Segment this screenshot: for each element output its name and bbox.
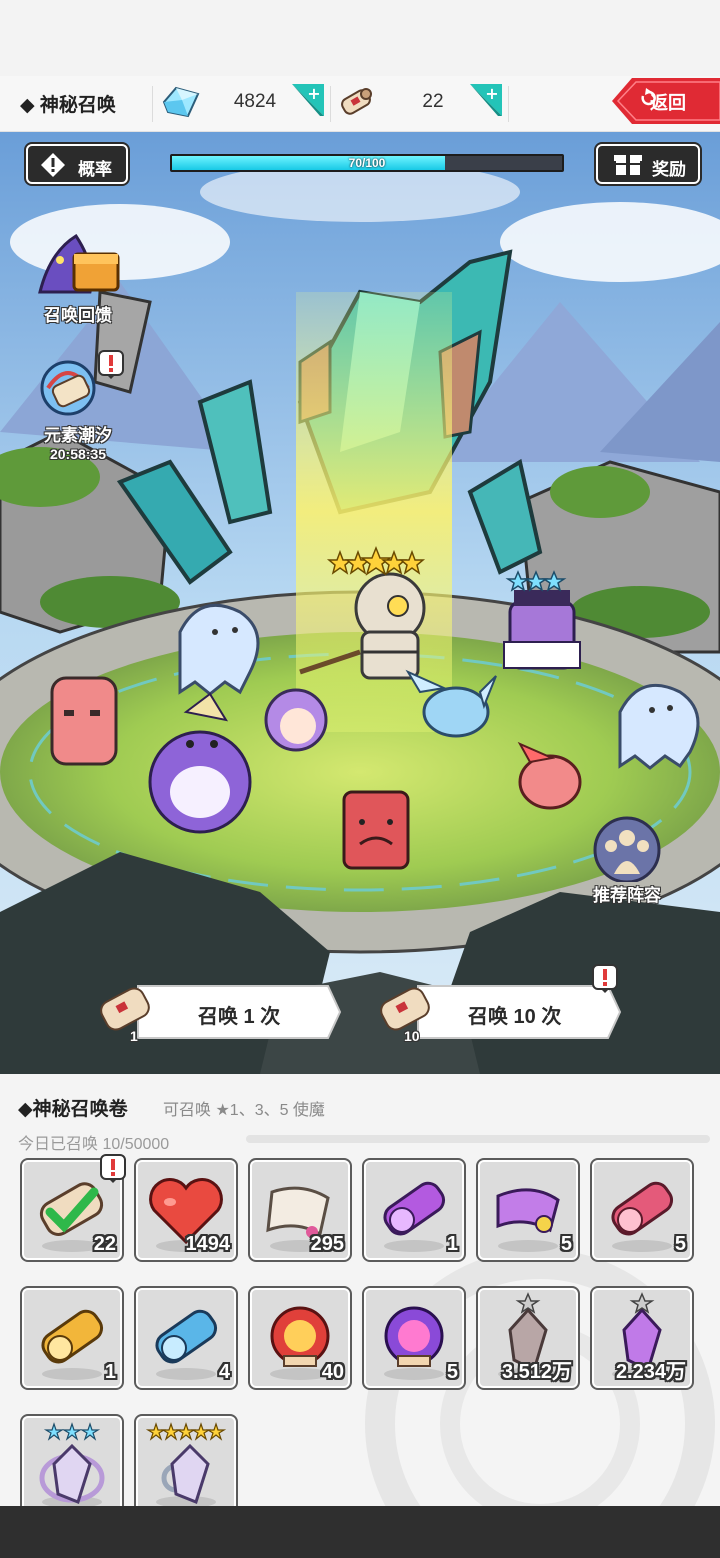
item-count: 1 [104, 1361, 116, 1383]
item-count: 22 [93, 1233, 116, 1255]
divider [508, 86, 509, 122]
status-area [0, 0, 720, 76]
recommend-lineup-button[interactable]: 推荐阵容 [580, 812, 674, 906]
inventory-item[interactable]: 295 [250, 1160, 350, 1260]
add-diamond-button[interactable]: + [290, 82, 326, 118]
inventory-item[interactable]: 40 [250, 1288, 350, 1388]
diamond-count: 4824 [233, 91, 277, 112]
five-star-crystal-icon [145, 1422, 227, 1506]
diamond-icon [162, 86, 200, 118]
scroll-inventory-panel: ◆神秘召唤卷 可召唤 ★1、3、5 使魔 今日已召唤 10/50000 22 14… [0, 1074, 720, 1506]
reward-label: 奖励 [652, 160, 686, 179]
item-count: 5 [560, 1233, 572, 1255]
three-star-rating [505, 570, 567, 592]
five-star-rating [326, 545, 426, 576]
inventory-item[interactable]: 1 [364, 1160, 464, 1260]
element-tide-timer: 20:58:35 [49, 446, 107, 462]
element-tide-label: 元素潮汐 [44, 426, 112, 445]
gift-box-icon [614, 155, 642, 175]
add-scroll-button[interactable]: + [468, 82, 504, 118]
inventory-item[interactable]: 5 [478, 1160, 578, 1260]
wizard-hat-chest-icon [38, 233, 120, 294]
summon-progress-bar: 70/100 [170, 154, 564, 172]
item-count: 1494 [185, 1233, 231, 1255]
system-nav-bar [0, 1506, 720, 1558]
summon-ten-button[interactable]: 召唤 10 次 10 [378, 964, 622, 1044]
scroll-count: 22 [422, 91, 444, 112]
purple-brute-character [503, 590, 581, 670]
item-count: 4 [218, 1361, 230, 1383]
page-title: ◆ 神秘召唤 [20, 95, 116, 116]
moai-character [50, 676, 118, 766]
svg-text:+: + [485, 84, 498, 103]
mummy-character [299, 572, 426, 680]
summon-once-label: 召唤 1 次 [198, 1006, 281, 1028]
item-count: 2.234万 [615, 1361, 686, 1383]
divider [152, 86, 153, 122]
probability-button[interactable]: 概率 [26, 144, 128, 184]
panel-description: 可召唤 ★1、3、5 使魔 [163, 1102, 325, 1119]
alert-badge-icon [100, 1154, 126, 1183]
team-silhouette-icon [593, 816, 661, 884]
summon-ten-label: 召唤 10 次 [468, 1006, 562, 1028]
summon-once-cost: 1 [130, 1028, 138, 1044]
inventory-item[interactable]: 2.234万 [592, 1288, 692, 1388]
panel-title: ◆神秘召唤卷 [18, 1099, 128, 1120]
header-bar: ◆ 神秘召唤 4824 + 22 + 返回 [0, 76, 720, 132]
inventory-item[interactable] [22, 1416, 122, 1506]
element-tide-button[interactable]: 元素潮汐 20:58:35 [28, 350, 128, 462]
ghost-character-right [618, 683, 700, 770]
summon-scene: 概率 70/100 奖励 召唤回馈 元素潮汐 20:58:35 推荐阵容 召唤 … [0, 132, 720, 1074]
red-tree-character [342, 790, 410, 870]
item-count: 1 [446, 1233, 458, 1255]
summon-screen: ◆ 神秘召唤 4824 + 22 + 返回 概率 70/100 奖励 召唤回馈 … [0, 0, 720, 1558]
reward-button[interactable]: 奖励 [596, 144, 700, 184]
item-count: 5 [446, 1361, 458, 1383]
item-count: 5 [674, 1233, 686, 1255]
three-star-crystal-icon [39, 1422, 105, 1506]
item-count: 3.512万 [501, 1361, 572, 1383]
summon-feedback-button[interactable]: 召唤回馈 [30, 232, 126, 326]
summon-feedback-label: 召唤回馈 [44, 306, 112, 325]
recommend-lineup-label: 推荐阵容 [593, 886, 661, 905]
daily-progress-track [246, 1135, 710, 1143]
progress-text: 70/100 [348, 156, 386, 170]
inventory-item[interactable]: 4 [136, 1288, 236, 1388]
alert-badge-icon [98, 350, 124, 379]
purple-bear-character [148, 692, 252, 834]
inventory-item[interactable]: 1494 [136, 1160, 236, 1260]
summon-ten-cost: 10 [404, 1028, 420, 1044]
back-button[interactable]: 返回 [612, 78, 720, 124]
item-count: 295 [310, 1233, 344, 1255]
red-bird-character [517, 741, 582, 810]
back-label: 返回 [650, 93, 686, 113]
inventory-item[interactable]: 3.512万 [478, 1288, 578, 1388]
scroll-icon [341, 88, 372, 115]
divider [330, 86, 331, 122]
ghost-character-left [178, 603, 260, 696]
purple-girl-character [264, 688, 328, 752]
summon-once-button[interactable]: 召唤 1 次 1 [98, 984, 342, 1044]
svg-text:+: + [307, 84, 320, 103]
inventory-item[interactable]: 5 [364, 1288, 464, 1388]
inventory-item[interactable]: 1 [22, 1288, 122, 1388]
alert-badge-icon [592, 964, 618, 993]
inventory-item[interactable]: 5 [592, 1160, 692, 1260]
inventory-item[interactable] [136, 1416, 236, 1506]
probability-label: 概率 [78, 160, 112, 179]
daily-summon-count: 今日已召唤 10/50000 [18, 1136, 170, 1153]
blue-bird-character [405, 669, 497, 738]
alert-diamond-icon [41, 153, 65, 177]
item-count: 40 [321, 1361, 344, 1383]
